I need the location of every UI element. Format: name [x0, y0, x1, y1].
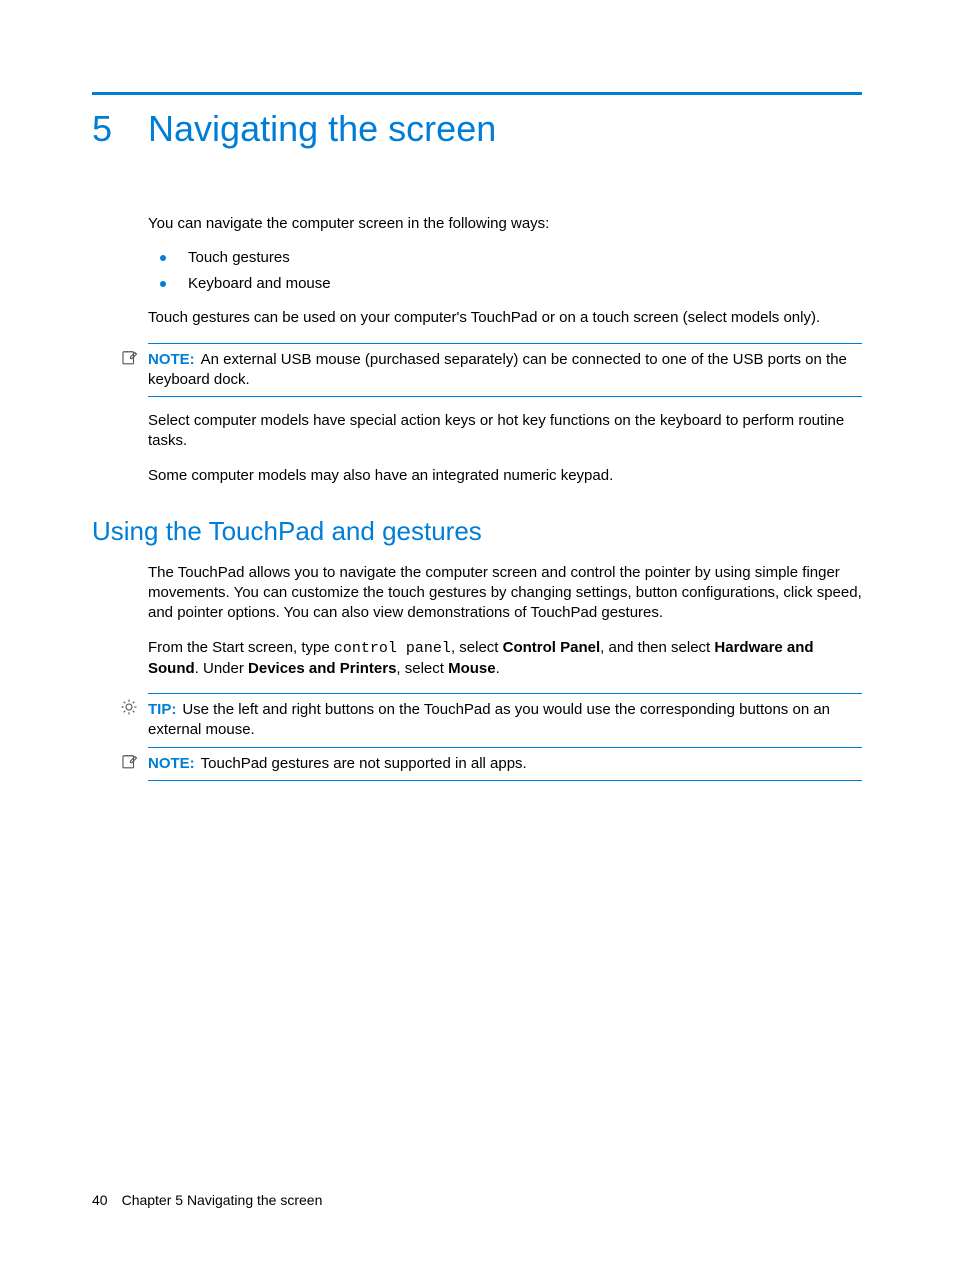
note-callout: NOTE: TouchPad gestures are not supported… [148, 747, 862, 781]
text: , select [451, 639, 503, 656]
tip-icon [120, 698, 138, 722]
ui-term: Control Panel [503, 639, 601, 656]
chapter-heading: 5 Navigating the screen [92, 105, 862, 154]
paragraph-actionkeys: Select computer models have special acti… [148, 411, 862, 452]
section2-p2: From the Start screen, type control pane… [148, 638, 862, 680]
note-icon [120, 752, 138, 776]
section-heading: Using the TouchPad and gestures [92, 514, 862, 549]
page-footer: 40 Chapter 5 Navigating the screen [92, 1191, 322, 1210]
tip-text: Use the left and right buttons on the To… [148, 701, 830, 738]
footer-text: Chapter 5 Navigating the screen [122, 1192, 323, 1208]
intro-after: Touch gestures can be used on your compu… [148, 308, 862, 328]
text: , and then select [600, 639, 714, 656]
document-page: 5 Navigating the screen You can navigate… [0, 0, 954, 1270]
tip-label: TIP: [148, 701, 176, 718]
list-item: Touch gestures [148, 248, 862, 268]
text: . [496, 660, 500, 677]
body-content: You can navigate the computer screen in … [148, 214, 862, 781]
tip-callout: TIP:Use the left and right buttons on th… [148, 693, 862, 747]
note-label: NOTE: [148, 351, 195, 368]
note-text: TouchPad gestures are not supported in a… [201, 755, 527, 772]
note-label: NOTE: [148, 755, 195, 772]
code-text: control panel [334, 640, 451, 657]
intro-bullets: Touch gestures Keyboard and mouse [148, 248, 862, 295]
paragraph-keypad: Some computer models may also have an in… [148, 466, 862, 486]
text: From the Start screen, type [148, 639, 334, 656]
text: . Under [195, 660, 248, 677]
ui-term: Mouse [448, 660, 496, 677]
chapter-title: Navigating the screen [148, 105, 496, 154]
list-item: Keyboard and mouse [148, 274, 862, 294]
text: , select [396, 660, 448, 677]
note-callout: NOTE:An external USB mouse (purchased se… [148, 343, 862, 398]
ui-term: Devices and Printers [248, 660, 396, 677]
section2-p1: The TouchPad allows you to navigate the … [148, 563, 862, 624]
chapter-number: 5 [92, 105, 112, 154]
intro-lead: You can navigate the computer screen in … [148, 214, 862, 234]
note-text: An external USB mouse (purchased separat… [148, 351, 847, 388]
top-rule [92, 92, 862, 95]
note-icon [120, 348, 138, 372]
page-number: 40 [92, 1192, 108, 1208]
